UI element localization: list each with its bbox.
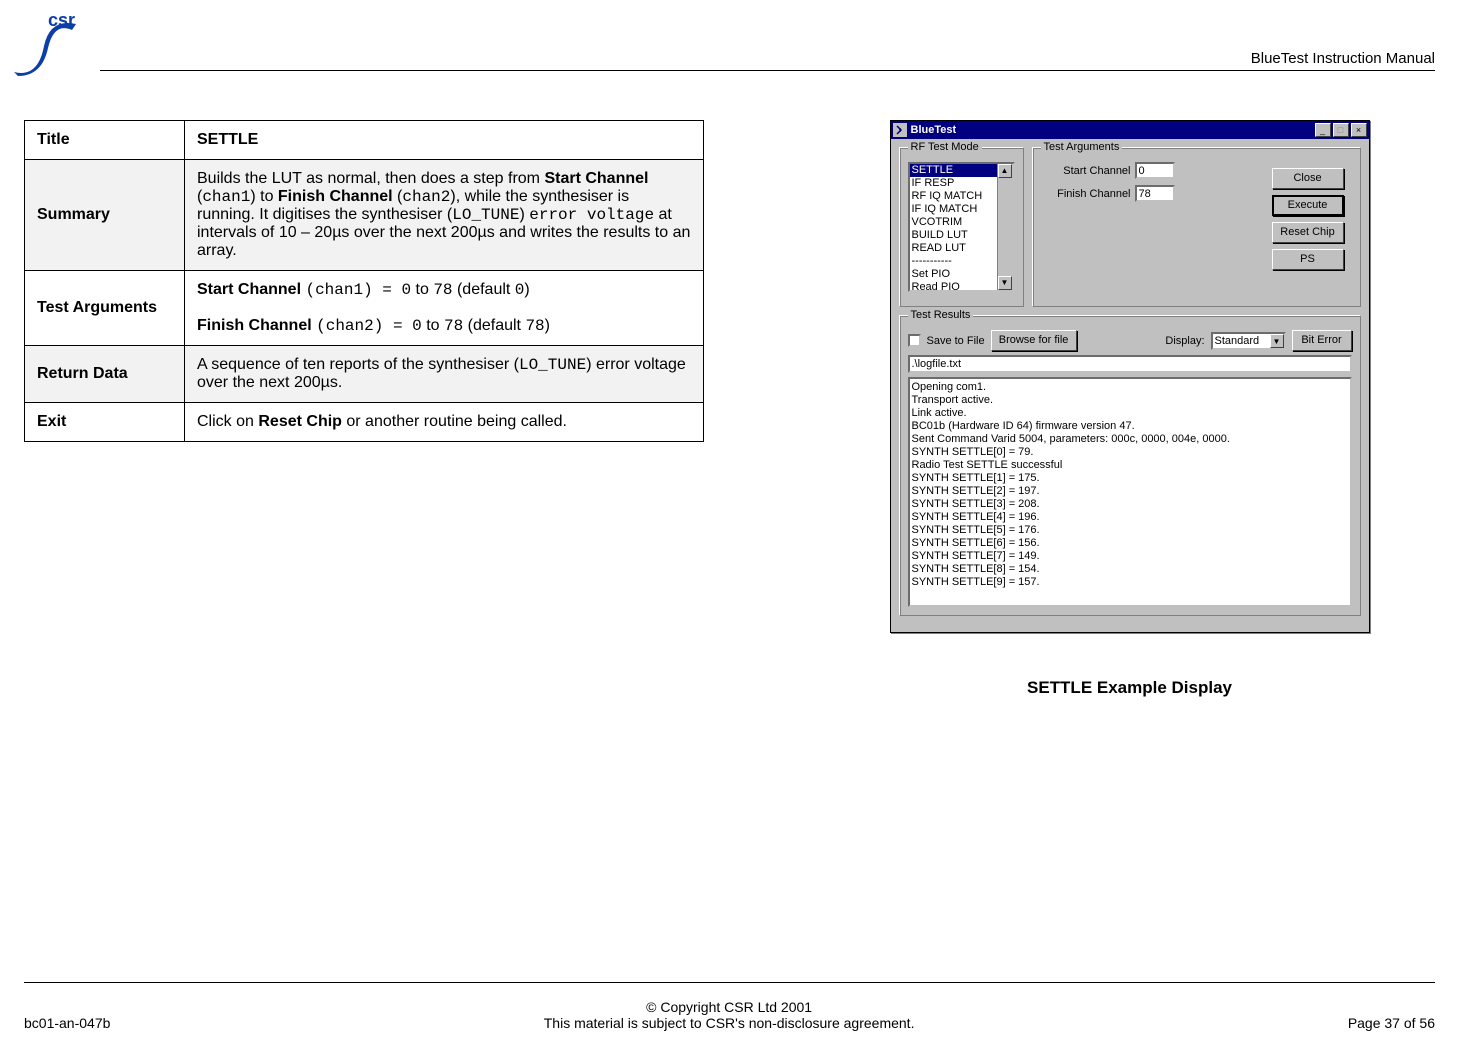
cell-label: Test Arguments [25,271,185,346]
ps-button[interactable]: PS [1272,249,1344,270]
group-legend: RF Test Mode [908,141,982,153]
test-arguments-group: Test Arguments Start Channel Finish Chan… [1032,147,1361,307]
start-channel-input[interactable] [1135,162,1175,179]
group-legend: Test Results [908,309,974,321]
save-to-file-checkbox[interactable] [908,334,921,347]
spec-table: Title SETTLE Summary Builds the LUT as n… [24,120,704,442]
chevron-down-icon[interactable]: ▼ [1270,334,1284,348]
cell-value: SETTLE [185,121,704,160]
start-channel-label: Start Channel [1041,165,1131,177]
table-row: Title SETTLE [25,121,704,160]
table-row: Summary Builds the LUT as normal, then d… [25,160,704,271]
table-row: Exit Click on Reset Chip or another rout… [25,403,704,442]
table-row: Return Data A sequence of ten reports of… [25,346,704,403]
footer-copyright: © Copyright CSR Ltd 2001 [110,999,1347,1015]
figure-caption: SETTLE Example Display [1027,678,1232,698]
finish-channel-input[interactable] [1135,185,1175,202]
cell-label: Summary [25,160,185,271]
cell-label: Title [25,121,185,160]
bluetest-window: BlueTest _ □ × RF Test Mode SETTLEIF RES… [890,120,1370,633]
browse-button[interactable]: Browse for file [991,330,1077,351]
display-dropdown[interactable]: Standard ▼ [1211,332,1286,350]
svg-text:csr: csr [48,10,75,30]
execute-button[interactable]: Execute [1272,195,1344,216]
close-button[interactable]: Close [1272,168,1344,189]
footer-rule [24,982,1435,983]
app-icon [893,123,907,137]
maximize-icon: □ [1333,123,1349,137]
test-results-group: Test Results Save to File Browse for fil… [899,315,1361,616]
doc-title: BlueTest Instruction Manual [1251,50,1435,67]
footer-left: bc01-an-047b [24,1015,110,1031]
page-header: csr BlueTest Instruction Manual [0,0,1459,90]
cell-value: Click on Reset Chip or another routine b… [185,403,704,442]
scroll-up-icon[interactable]: ▲ [998,164,1012,178]
bit-error-button[interactable]: Bit Error [1292,330,1352,351]
table-row: Test Arguments Start Channel (chan1) = 0… [25,271,704,346]
cell-value: Start Channel (chan1) = 0 to 78 (default… [185,271,704,346]
scrollbar[interactable]: ▲ ▼ [997,164,1013,290]
window-title: BlueTest [911,124,1313,136]
reset-chip-button[interactable]: Reset Chip [1272,222,1344,243]
save-to-file-label: Save to File [927,335,985,347]
rf-test-mode-group: RF Test Mode SETTLEIF RESPRF IQ MATCHIF … [899,147,1024,307]
finish-channel-label: Finish Channel [1041,188,1131,200]
footer-nda: This material is subject to CSR's non-di… [110,1015,1347,1031]
display-label: Display: [1165,335,1204,347]
page-footer: bc01-an-047b © Copyright CSR Ltd 2001 Th… [24,999,1435,1031]
minimize-icon[interactable]: _ [1315,123,1331,137]
display-value: Standard [1215,335,1260,347]
logfile-path-input[interactable] [908,355,1352,373]
csr-logo: csr [8,8,84,84]
scroll-down-icon[interactable]: ▼ [998,276,1012,290]
rf-mode-listbox[interactable]: SETTLEIF RESPRF IQ MATCHIF IQ MATCHVCOTR… [908,162,1015,292]
group-legend: Test Arguments [1041,141,1123,153]
results-log[interactable]: Opening com1. Transport active. Link act… [908,377,1352,607]
cell-value: Builds the LUT as normal, then does a st… [185,160,704,271]
titlebar[interactable]: BlueTest _ □ × [891,121,1369,139]
footer-page: Page 37 of 56 [1348,1015,1435,1031]
cell-label: Exit [25,403,185,442]
header-rule [100,70,1435,71]
close-icon[interactable]: × [1351,123,1367,137]
cell-label: Return Data [25,346,185,403]
cell-value: A sequence of ten reports of the synthes… [185,346,704,403]
